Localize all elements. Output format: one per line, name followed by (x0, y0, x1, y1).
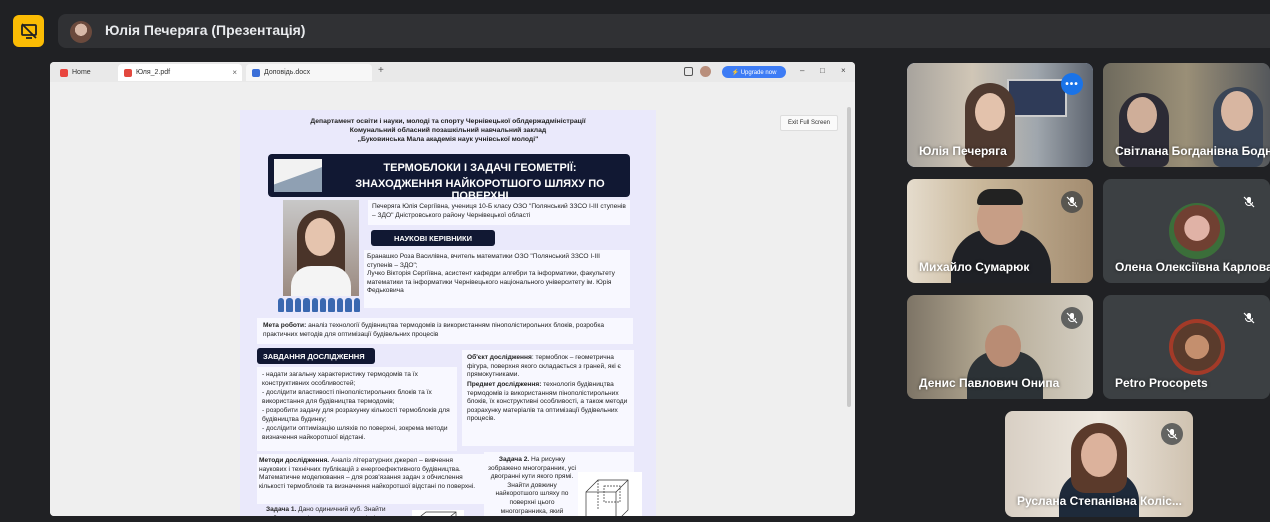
participant-avatar (1169, 203, 1225, 259)
more-options-button[interactable]: ••• (1061, 73, 1083, 95)
more-icon: ••• (1065, 78, 1079, 90)
methods-box: Методи дослідження. Аналіз літературних … (257, 454, 485, 504)
muted-button[interactable] (1061, 307, 1083, 329)
tab-home[interactable]: Home (54, 64, 114, 81)
subject-text: Предмет дослідження: технологія будівниц… (467, 381, 628, 423)
goal-box: Мета роботи: аналіз технології будівницт… (257, 318, 633, 344)
minimize-button[interactable]: – (800, 66, 804, 75)
participant-name: Світлана Богданівна Бодн... (1115, 144, 1270, 158)
poster-title-line2: ЗНАХОДЖЕННЯ НАЙКОРОТШОГО ШЛЯХУ ПО ПОВЕРХ… (355, 178, 605, 202)
task2-text: Задача 2. На рисунку зображено многогран… (488, 456, 576, 515)
monitor-background (1007, 79, 1067, 117)
muted-button[interactable] (1238, 191, 1260, 213)
task-item: - розробити задачу для розрахунку кілько… (262, 407, 450, 423)
tab-label: Доповідь.docx (264, 69, 311, 76)
task-item: - дослідити оптимізацію шляхів по поверх… (262, 425, 448, 441)
participant-name: Денис Павлович Онипа (919, 376, 1060, 390)
participant-name: Олена Олексіївна Карлова (1115, 260, 1270, 274)
maximize-button[interactable]: □ (820, 66, 825, 75)
present-stop-button[interactable] (13, 15, 44, 47)
muted-button[interactable] (1061, 191, 1083, 213)
participant-tile-speaking[interactable]: ••• Юлія Печеряга (907, 63, 1093, 167)
goal-text: Мета роботи: аналіз технології будівницт… (263, 322, 605, 338)
app-logo-icon (60, 68, 68, 77)
window-layout-icon[interactable] (684, 67, 693, 76)
pdf-page: Департамент освіти і науки, молоді та сп… (240, 110, 656, 516)
participant-avatar (1169, 319, 1225, 375)
mic-off-icon (1166, 428, 1178, 440)
tab-label: Юля_2.pdf (136, 69, 171, 76)
participant-name: Юлія Печеряга (919, 144, 1007, 158)
poster-title-line1: ТЕРМОБЛОКИ І ЗАДАЧІ ГЕОМЕТРІЇ: (383, 162, 577, 174)
user-avatar[interactable] (700, 66, 711, 77)
methods-text: Методи дослідження. Аналіз літературних … (259, 457, 476, 490)
scrollbar[interactable] (847, 107, 851, 407)
participant-name: Petro Procopets (1115, 376, 1208, 390)
people-icons (278, 298, 361, 312)
upgrade-button[interactable]: ⚡ Upgrade now (722, 66, 786, 78)
task-item: - надати загальну характеристику термодо… (262, 371, 418, 387)
object-text: Об'єкт дослідження: термоблок – геометри… (467, 354, 621, 379)
task1-text: Задача 1. Дано одиничний куб. Знайти най… (266, 506, 401, 516)
participant-tile[interactable]: Petro Procopets (1103, 295, 1270, 399)
new-tab-button[interactable]: + (378, 65, 384, 76)
mic-off-icon (1066, 196, 1078, 208)
screen-share-off-icon (20, 23, 37, 39)
advisors-heading: НАУКОВІ КЕРІВНИКИ (371, 230, 495, 246)
pdf-icon (124, 68, 132, 77)
cube-figure (412, 510, 464, 516)
participant-name: Руслана Степанівна Коліс... (1017, 494, 1182, 508)
advisors-box: Бранашко Роза Василівна, вчитель математ… (364, 250, 630, 308)
tab-docx[interactable]: Доповідь.docx (246, 64, 372, 81)
participant-tile[interactable]: Михайло Сумарюк (907, 179, 1093, 283)
participant-tile[interactable]: Олена Олексіївна Карлова (1103, 179, 1270, 283)
participant-tile[interactable]: Денис Павлович Онипа (907, 295, 1093, 399)
mic-off-icon (1066, 312, 1078, 324)
department-header: Департамент освіти і науки, молоді та сп… (310, 118, 586, 143)
tasks-box: - надати загальну характеристику термодо… (257, 367, 457, 451)
close-tab-icon[interactable]: × (232, 68, 237, 77)
mic-off-icon (1243, 196, 1255, 208)
polyhedron-figure (578, 472, 642, 516)
shared-screen: Home Юля_2.pdf × Доповідь.docx + ⚡ Upgra… (50, 62, 855, 516)
tasks-heading: ЗАВДАННЯ ДОСЛІДЖЕННЯ (257, 348, 375, 364)
participant-tile[interactable]: Світлана Богданівна Бодн... (1103, 63, 1270, 167)
participant-tile[interactable]: Руслана Степанівна Коліс... (1005, 411, 1193, 517)
participant-name: Михайло Сумарюк (919, 260, 1030, 274)
tab-label: Home (72, 69, 91, 76)
presenter-avatar (70, 21, 92, 43)
close-window-button[interactable]: × (841, 66, 846, 75)
house-image (274, 159, 322, 192)
advisor-2: Лучко Вікторія Сергіївна, асистент кафед… (367, 270, 615, 295)
pdf-viewer: Exit Full Screen Департамент освіти і на… (50, 82, 855, 516)
author-text: Печеряга Юлія Сергіївна, учениця 10-Б кл… (372, 203, 626, 219)
advisor-1: Бранашко Роза Василівна, вчитель математ… (367, 253, 600, 269)
browser-tab-bar: Home Юля_2.pdf × Доповідь.docx + ⚡ Upgra… (50, 62, 855, 82)
mic-off-icon (1243, 312, 1255, 324)
author-photo (283, 200, 359, 296)
author-box: Печеряга Юлія Сергіївна, учениця 10-Б кл… (368, 200, 630, 225)
tab-pdf[interactable]: Юля_2.pdf × (118, 64, 242, 81)
task-item: - дослідити властивості пінополістирольн… (262, 389, 432, 405)
doc-icon (252, 68, 260, 77)
presentation-title: Юлія Печеряга (Презентація) (105, 22, 306, 38)
muted-button[interactable] (1161, 423, 1183, 445)
exit-full-screen-button[interactable]: Exit Full Screen (780, 115, 838, 131)
muted-button[interactable] (1238, 307, 1260, 329)
object-box: Об'єкт дослідження: термоблок – геометри… (462, 350, 634, 446)
